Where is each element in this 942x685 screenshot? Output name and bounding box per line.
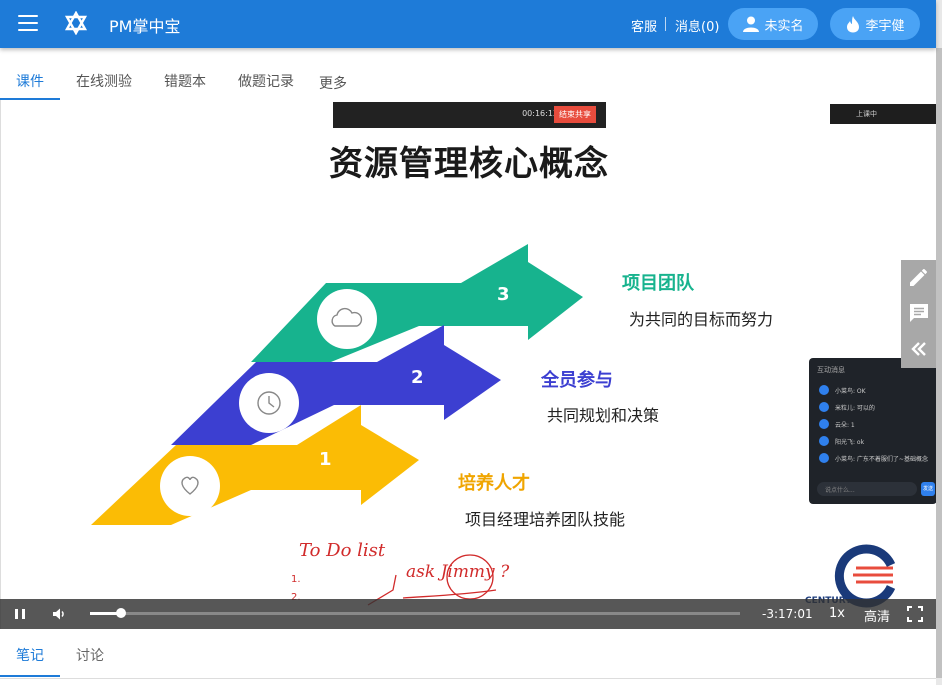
step-3-heading: 项目团队 [622,273,694,294]
menu-icon[interactable] [18,15,38,33]
step-2-number: 2 [411,367,424,388]
avatar [819,453,829,463]
pause-icon[interactable] [11,605,29,623]
step-1-number: 1 [319,449,332,470]
tab-discussion[interactable]: 讨论 [76,645,104,665]
user-profile-button[interactable]: 李宇健 [830,8,920,40]
chat-message: 米粒儿: 可以的 [819,402,875,412]
step-1-heading: 培养人才 [458,473,530,494]
screen-share-toolbar: 00:16:13 结束共享 [333,102,606,128]
progress-bar[interactable] [90,608,740,618]
chat-header: 互动消息 [817,366,845,374]
tab-practice-record[interactable]: 做题记录 [238,71,294,91]
tab-courseware[interactable]: 课件 [16,71,44,91]
verify-identity-label: 未实名 [764,18,804,34]
active-tab-indicator [0,675,60,677]
time-remaining: -3:17:01 [762,607,813,621]
top-app-bar: PM掌中宝 客服 消息(0) 未实名 李宇健 [0,0,936,48]
side-toolbar [901,260,936,368]
end-share-button[interactable]: 结束共享 [554,106,596,123]
page-scrollbar-thumb[interactable] [936,48,942,678]
course-tabs: 课件 在线测验 错题本 做题记录 更多 [0,62,936,100]
notes-tabs: 笔记 讨论 [0,629,936,679]
user-name: 李宇健 [865,18,905,34]
player-controls: -3:17:01 1x 高清 [0,599,936,629]
step-2-description: 共同规划和决策 [547,406,660,425]
divider [665,17,666,31]
tab-wrong-questions[interactable]: 错题本 [164,71,206,91]
comment-icon[interactable] [907,301,931,325]
chat-send-button[interactable]: 发送 [921,482,935,496]
step-1-description: 项目经理培养团队技能 [465,510,626,529]
progress-knob[interactable] [115,608,126,618]
handwriting-todo: To Do list [299,540,386,561]
double-chevron-left-icon[interactable] [907,337,931,361]
step-3-description: 为共同的目标而努力 [629,310,774,329]
verify-identity-button[interactable]: 未实名 [728,8,818,40]
flame-icon [847,16,860,33]
tab-more[interactable]: 更多 [319,73,347,93]
handwriting-item-1: 1. [291,574,301,585]
app-title: PM掌中宝 [109,17,181,36]
step-3-number: 3 [497,284,510,305]
tab-online-quiz[interactable]: 在线测验 [76,71,132,91]
fullscreen-icon[interactable] [906,605,924,623]
avatar [819,436,829,446]
avatar [819,385,829,395]
video-player[interactable]: 00:16:13 结束共享 上课中 资源管理核心概念 3 2 1 项目团队 为共… [0,100,936,629]
chat-message: 阳光飞: ok [819,436,864,446]
heart-icon-circle [160,456,220,516]
avatar [819,402,829,412]
chat-message: 云朵: 1 [819,419,855,429]
playback-rate-button[interactable]: 1x [829,606,845,621]
tab-notes[interactable]: 笔记 [16,645,44,665]
avatar [819,419,829,429]
pencil-icon[interactable] [907,265,931,289]
volume-icon[interactable] [51,605,69,623]
cloud-icon-circle [317,289,377,349]
meeting-timer: 00:16:13 [522,109,558,118]
customer-service-link[interactable]: 客服 [631,16,657,35]
step-2-heading: 全员参与 [541,370,613,391]
chat-message: 小菜鸟: 广东不着服们了~基础概念 [819,453,928,463]
chat-input[interactable]: 说点什么... [817,482,917,496]
interactive-chat-panel: 互动消息 小菜鸟: OK 米粒儿: 可以的 云朵: 1 阳光飞: ok 小菜鸟:… [809,358,936,504]
quality-button[interactable]: 高清 [864,606,890,625]
star-of-david-icon[interactable] [64,11,88,35]
meeting-mini-window: 上课中 [830,104,936,124]
handwriting-ask: ask Jimmy ? [406,562,510,582]
messages-link[interactable]: 消息(0) [675,16,719,35]
slide-title: 资源管理核心概念 [329,144,609,184]
person-icon [743,16,760,32]
chat-message: 小菜鸟: OK [819,385,866,395]
